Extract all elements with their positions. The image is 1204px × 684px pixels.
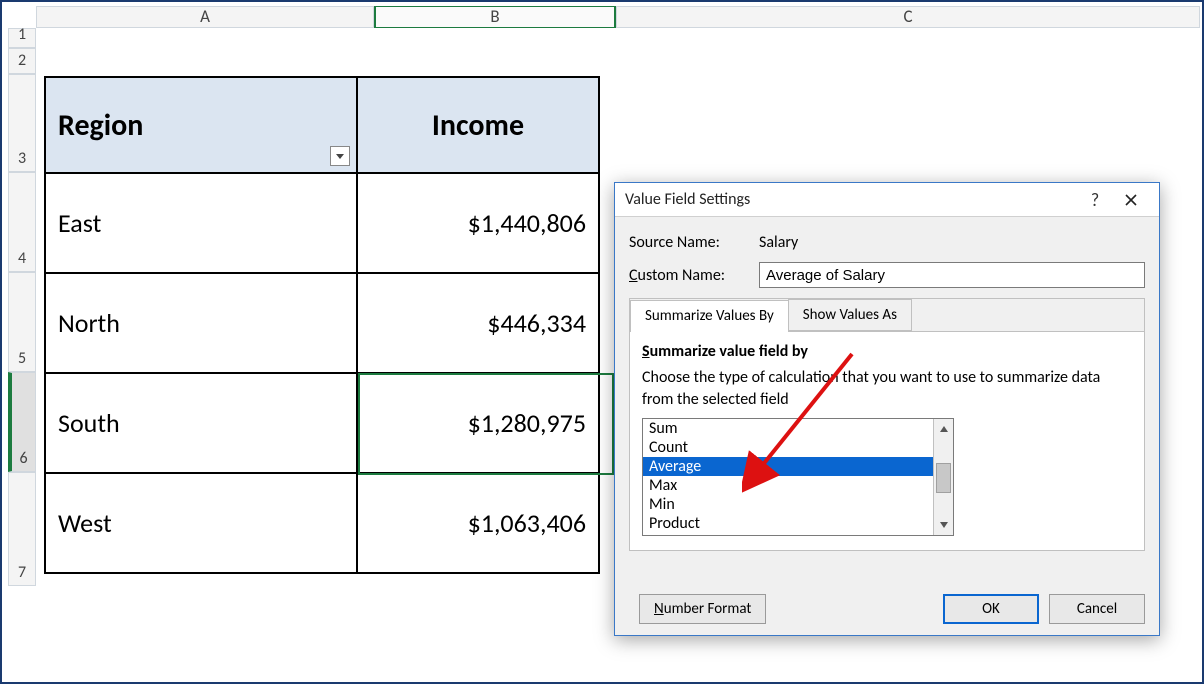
tab-strip: Summarize Values By Show Values As	[630, 299, 1144, 332]
tab-show-values-as[interactable]: Show Values As	[788, 299, 912, 331]
cancel-button[interactable]: Cancel	[1049, 594, 1145, 624]
list-item-max[interactable]: Max	[643, 476, 933, 495]
calculation-listbox[interactable]: Sum Count Average Max Min Product	[642, 418, 954, 536]
summarize-heading: Summarize value field by	[642, 342, 1132, 361]
dialog-titlebar: Value Field Settings ?	[615, 183, 1159, 217]
cell-region[interactable]: West	[45, 473, 357, 573]
row-header-3[interactable]: 3	[8, 74, 36, 172]
scroll-down-icon[interactable]	[934, 515, 953, 535]
column-headers: A B C	[36, 6, 1200, 28]
table-row: East $1,440,806	[45, 173, 599, 273]
cell-region[interactable]: East	[45, 173, 357, 273]
table-row: West $1,063,406	[45, 473, 599, 573]
header-income[interactable]: Income	[357, 77, 599, 173]
list-item-min[interactable]: Min	[643, 495, 933, 514]
filter-dropdown-icon[interactable]	[330, 146, 350, 166]
cell-income[interactable]: $446,334	[357, 273, 599, 373]
listbox-scrollbar[interactable]	[933, 419, 953, 535]
close-icon[interactable]	[1113, 185, 1149, 215]
col-header-b[interactable]: B	[374, 6, 616, 28]
ok-button[interactable]: OK	[943, 594, 1039, 624]
help-icon[interactable]: ?	[1077, 185, 1113, 215]
header-region[interactable]: Region	[45, 77, 357, 173]
col-header-a[interactable]: A	[36, 6, 374, 28]
cell-income[interactable]: $1,440,806	[357, 173, 599, 273]
table-row: North $446,334	[45, 273, 599, 373]
pivot-table: Region Income East $1,440,806 North $446…	[44, 76, 600, 574]
source-name-value: Salary	[759, 233, 798, 252]
scroll-thumb[interactable]	[936, 463, 951, 493]
custom-name-input[interactable]	[759, 262, 1145, 288]
table-row: South $1,280,975	[45, 373, 599, 473]
list-item-product[interactable]: Product	[643, 514, 933, 533]
row-header-6[interactable]: 6	[8, 372, 36, 472]
dialog-title: Value Field Settings	[625, 190, 1077, 209]
row-header-4[interactable]: 4	[8, 172, 36, 272]
row-header-1[interactable]: 1	[8, 28, 36, 48]
scroll-up-icon[interactable]	[934, 419, 953, 439]
cell-income[interactable]: $1,063,406	[357, 473, 599, 573]
row-header-7[interactable]: 7	[8, 472, 36, 586]
custom-name-label: Custom Name:	[629, 266, 759, 285]
value-field-settings-dialog: Value Field Settings ? Source Name: Sala…	[614, 182, 1160, 636]
cell-region[interactable]: South	[45, 373, 357, 473]
col-header-c[interactable]: C	[616, 6, 1200, 28]
tab-summarize[interactable]: Summarize Values By	[630, 300, 789, 332]
summarize-description: Choose the type of calculation that you …	[642, 367, 1132, 410]
row-header-5[interactable]: 5	[8, 272, 36, 372]
row-headers: 1 2 3 4 5 6 7	[8, 28, 36, 586]
source-name-label: Source Name:	[629, 233, 759, 252]
list-item-average[interactable]: Average	[643, 457, 933, 476]
list-item-sum[interactable]: Sum	[643, 419, 933, 438]
cell-region[interactable]: North	[45, 273, 357, 373]
number-format-button[interactable]: Number Format	[639, 594, 766, 624]
cell-income[interactable]: $1,280,975	[357, 373, 599, 473]
row-header-2[interactable]: 2	[8, 48, 36, 74]
list-item-count[interactable]: Count	[643, 438, 933, 457]
